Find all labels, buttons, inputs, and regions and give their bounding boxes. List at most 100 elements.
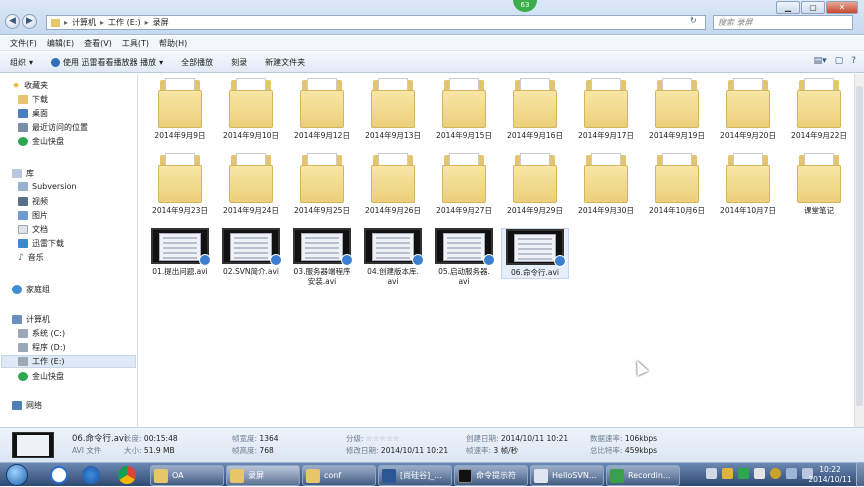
nav-homegroup[interactable]: 家庭组	[12, 284, 50, 295]
nav-kuaipan-drive[interactable]: 金山快盘	[18, 371, 64, 382]
folder-item[interactable]: 2014年9月10日	[217, 76, 285, 141]
nav-drive-d[interactable]: 程序 (D:)	[18, 342, 66, 353]
folder-item[interactable]: 2014年10月6日	[643, 151, 711, 216]
breadcrumb-computer[interactable]: 计算机	[72, 17, 96, 28]
browser-icon[interactable]	[82, 466, 100, 484]
nav-kuaipan[interactable]: 金山快盘	[18, 136, 64, 147]
chrome-icon[interactable]	[118, 466, 136, 484]
menu-file[interactable]: 文件(F)	[10, 36, 37, 50]
folder-item[interactable]: 2014年9月20日	[714, 76, 782, 141]
nav-computer[interactable]: 计算机	[12, 314, 50, 325]
menu-help[interactable]: 帮助(H)	[159, 36, 187, 50]
taskbar-item-word[interactable]: [尚硅谷]_...	[378, 465, 452, 486]
tray-icon-3[interactable]	[738, 468, 749, 479]
folder-item[interactable]: 2014年9月26日	[359, 151, 427, 216]
nav-pictures[interactable]: 图片	[18, 210, 48, 221]
nav-drive-e[interactable]: 工作 (E:)	[1, 355, 136, 368]
nav-xunlei[interactable]: 迅雷下载	[18, 238, 64, 249]
video-file-item[interactable]: 05.启动服务器. avi	[430, 228, 498, 287]
clock[interactable]: 10:22 2014/10/11	[808, 465, 852, 485]
help-icon[interactable]: ?	[851, 56, 856, 66]
folder-label: 2014年10月6日	[649, 206, 705, 215]
folder-item[interactable]: 2014年9月27日	[430, 151, 498, 216]
forward-button[interactable]: ▶	[22, 14, 37, 29]
taskbar-item-hellosvn[interactable]: HelloSVN...	[530, 465, 604, 486]
menu-view[interactable]: 查看(V)	[84, 36, 112, 50]
tray-icon-4[interactable]	[754, 468, 765, 479]
view-options-icon[interactable]: ▤▾	[814, 56, 827, 66]
minimize-button[interactable]: ▁	[776, 1, 800, 14]
tray-icon-5[interactable]	[770, 468, 781, 479]
breadcrumb-work-drive[interactable]: 工作 (E:)	[108, 17, 141, 28]
start-button[interactable]	[6, 464, 28, 486]
scrollbar-thumb[interactable]	[856, 86, 863, 406]
burn-button[interactable]: 刻录	[231, 57, 247, 68]
folder-item[interactable]: 2014年9月15日	[430, 76, 498, 141]
preview-pane-icon[interactable]: ▢	[835, 56, 844, 66]
detail-key: 创建日期:	[466, 434, 499, 443]
nav-favorites[interactable]: ★ 收藏夹	[12, 80, 48, 91]
video-file-item[interactable]: 01.提出问题.avi	[146, 228, 214, 277]
nav-videos[interactable]: 视频	[18, 196, 48, 207]
video-file-item[interactable]: 03.服务器端程序 安装.avi	[288, 228, 356, 287]
taskbar-item-recorder[interactable]: Recordin...	[606, 465, 680, 486]
folder-item[interactable]: 2014年9月29日	[501, 151, 569, 216]
folder-item[interactable]: 2014年9月16日	[501, 76, 569, 141]
folder-item[interactable]: 2014年9月13日	[359, 76, 427, 141]
vertical-scrollbar[interactable]	[854, 74, 864, 427]
menu-tools[interactable]: 工具(T)	[122, 36, 149, 50]
new-folder-button[interactable]: 新建文件夹	[265, 57, 305, 68]
video-file-item[interactable]: 06.命令行.avi	[501, 228, 569, 279]
search-input[interactable]: 搜索 录屏	[713, 15, 853, 30]
clock-time: 10:22	[819, 465, 841, 474]
taskbar-item-recording-folder[interactable]: 录屏	[226, 465, 300, 486]
folder-icon	[300, 151, 344, 203]
refresh-icon[interactable]: ↻	[690, 16, 697, 25]
play-all-button[interactable]: 全部播放	[181, 57, 213, 68]
tray-icon-1[interactable]	[706, 468, 717, 479]
video-file-item[interactable]: 04.创建版本库. avi	[359, 228, 427, 287]
video-file-item[interactable]: 02.SVN简介.avi	[217, 228, 285, 277]
nav-drive-c[interactable]: 系统 (C:)	[18, 328, 65, 339]
folder-item[interactable]: 2014年9月25日	[288, 151, 356, 216]
rating-stars[interactable]: ☆☆☆☆☆	[366, 434, 400, 443]
folder-item[interactable]: 2014年9月23日	[146, 151, 214, 216]
sogou-browser-icon[interactable]	[50, 466, 68, 484]
tray-icon-2[interactable]	[722, 468, 733, 479]
folder-item[interactable]: 2014年9月9日	[146, 76, 214, 141]
close-button[interactable]: ✕	[826, 1, 858, 14]
folder-item[interactable]: 2014年9月12日	[288, 76, 356, 141]
nav-documents[interactable]: 文档	[18, 224, 48, 235]
nav-subversion[interactable]: Subversion	[18, 182, 77, 191]
taskbar-item-oa[interactable]: OA	[150, 465, 224, 486]
detail-key: 帧宽度:	[232, 434, 258, 443]
nav-music[interactable]: ♪ 音乐	[18, 252, 44, 263]
folder-item[interactable]: 2014年9月19日	[643, 76, 711, 141]
folder-item[interactable]: 2014年10月7日	[714, 151, 782, 216]
nav-network[interactable]: 网络	[12, 400, 42, 411]
nav-recent[interactable]: 最近访问的位置	[18, 122, 88, 133]
nav-downloads[interactable]: 下载	[18, 94, 48, 105]
show-desktop-button[interactable]	[856, 463, 864, 487]
maximize-button[interactable]: ▢	[801, 1, 825, 14]
breadcrumb-recording[interactable]: 录屏	[153, 17, 169, 28]
video-thumbnail-icon	[364, 228, 424, 266]
nav-desktop[interactable]: 桌面	[18, 108, 48, 119]
nav-library[interactable]: 库	[12, 168, 34, 179]
folder-item[interactable]: 2014年9月30日	[572, 151, 640, 216]
folder-item[interactable]: 2014年9月17日	[572, 76, 640, 141]
taskbar-item-conf[interactable]: conf	[302, 465, 376, 486]
organize-button[interactable]: 组织 ▾	[10, 57, 33, 68]
navigation-pane: ★ 收藏夹 下载 桌面 最近访问的位置 金山快盘 库 Subversion 视频 …	[0, 74, 138, 427]
camtasia-icon	[610, 468, 624, 483]
play-with-button[interactable]: 使用 迅雷看看播放器 播放 ▾	[51, 57, 163, 68]
folder-item[interactable]: 2014年9月24日	[217, 151, 285, 216]
network-tray-icon[interactable]	[786, 468, 797, 479]
folder-item[interactable]: 2014年9月22日	[785, 76, 853, 141]
back-button[interactable]: ◀	[5, 14, 20, 29]
folder-item[interactable]: 课堂笔记	[785, 151, 853, 216]
menu-edit[interactable]: 编辑(E)	[47, 36, 74, 50]
address-bar[interactable]: ▸ 计算机 ▸ 工作 (E:) ▸ 录屏	[46, 15, 706, 30]
detail-value: 768	[259, 446, 274, 455]
taskbar-item-cmd[interactable]: 命令提示符	[454, 465, 528, 486]
